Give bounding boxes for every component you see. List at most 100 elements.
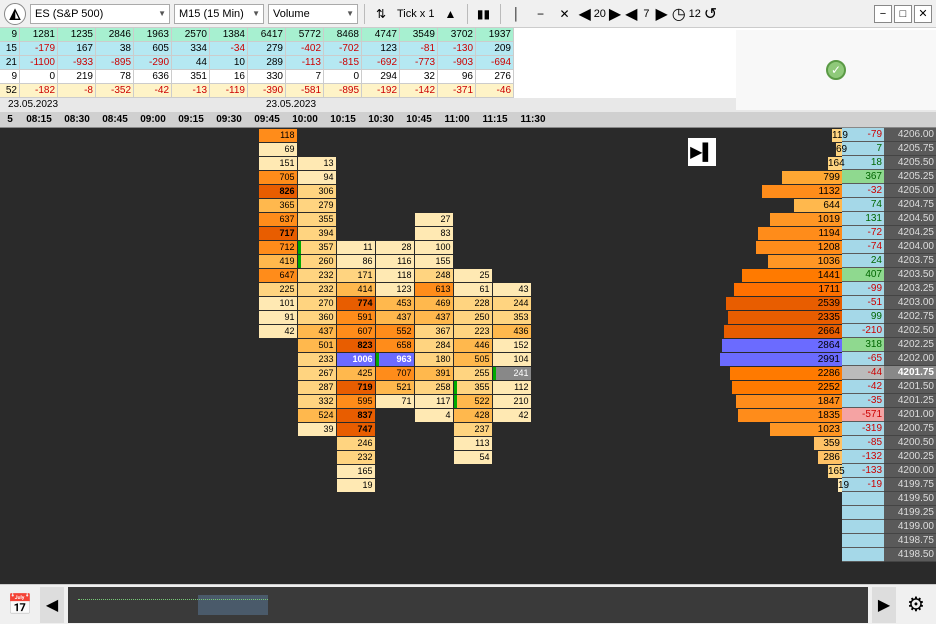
close-button[interactable]: ✕	[914, 5, 932, 23]
price-row[interactable]: 644744204.75	[726, 198, 936, 212]
price-row[interactable]: 1023-3194200.75	[726, 422, 936, 436]
minimize-button[interactable]: −	[874, 5, 892, 23]
price-row[interactable]: 1711-994203.25	[726, 282, 936, 296]
price-row[interactable]: 359-854200.50	[726, 436, 936, 450]
heat-cell: 355	[454, 381, 492, 394]
next-button[interactable]: ▶	[872, 587, 896, 623]
data-cell: -402	[286, 42, 324, 56]
price-row[interactable]: 119-794206.00	[726, 128, 936, 142]
price-ladder[interactable]: 119-794206.006974205.75164184205.5079936…	[726, 128, 936, 584]
price-row[interactable]: 1194-724204.25	[726, 226, 936, 240]
volume-dropdown[interactable]: Volume	[268, 4, 358, 24]
data-cell: -179	[20, 42, 58, 56]
timeline-preview[interactable]	[68, 587, 868, 623]
price-row[interactable]: 1036244203.75	[726, 254, 936, 268]
chart-type-icon[interactable]: ▮▮	[474, 4, 494, 24]
price-row[interactable]: 4198.75	[726, 534, 936, 548]
prev-button[interactable]: ◀	[40, 587, 64, 623]
heat-cell: 225	[259, 283, 297, 296]
spinner-2[interactable]: ◀ 7 ▶	[625, 4, 668, 24]
price-row[interactable]: 4199.50	[726, 492, 936, 506]
close-icon[interactable]: ✕	[555, 4, 575, 24]
price-row[interactable]: 2286-444201.75	[726, 366, 936, 380]
price-row[interactable]: 2539-514203.00	[726, 296, 936, 310]
price-row[interactable]: 1132-324205.00	[726, 184, 936, 198]
clock-icon[interactable]: ◷	[672, 4, 686, 24]
heat-cell: 210	[493, 395, 531, 408]
price-row[interactable]: 1208-744204.00	[726, 240, 936, 254]
toolbar: ◭ ES (S&P 500) M15 (15 Min) Volume ⇅ Tic…	[0, 0, 936, 28]
data-cell: 334	[172, 42, 210, 56]
heat-cell: 13	[298, 157, 336, 170]
data-cell: 1235	[58, 28, 96, 42]
price-row[interactable]: 286-1324200.25	[726, 450, 936, 464]
data-cell: 3549	[400, 28, 438, 42]
timeframe-dropdown[interactable]: M15 (15 Min)	[174, 4, 264, 24]
heat-cell: 250	[454, 311, 492, 324]
data-cell: 3702	[438, 28, 476, 42]
price-row[interactable]: 4198.50	[726, 548, 936, 562]
minus-icon[interactable]: −	[531, 4, 551, 24]
heat-cell: 437	[298, 325, 336, 338]
symbol-dropdown[interactable]: ES (S&P 500)	[30, 4, 170, 24]
heat-cell: 165	[337, 465, 375, 478]
price-row[interactable]: 4199.00	[726, 520, 936, 534]
calendar-icon[interactable]: 📅	[0, 585, 40, 625]
data-cell: -815	[324, 56, 362, 70]
volume-profile-chart[interactable]: ▶▌ 1186915113705948263063652796373552771…	[0, 128, 726, 584]
price-row[interactable]: 165-1334200.00	[726, 464, 936, 478]
maximize-button[interactable]: □	[894, 5, 912, 23]
arrow-left-icon[interactable]: ◀	[579, 4, 591, 24]
price-row[interactable]: 6974205.75	[726, 142, 936, 156]
data-cell: -42	[134, 84, 172, 98]
arrow-right-icon[interactable]: ▶	[655, 4, 667, 24]
heat-cell: 237	[454, 423, 492, 436]
data-cell: 4747	[362, 28, 400, 42]
price-row[interactable]: 28643184202.25	[726, 338, 936, 352]
line-icon[interactable]: │	[507, 4, 527, 24]
heat-cell: 391	[415, 367, 453, 380]
heat-cell: 151	[259, 157, 297, 170]
price-row[interactable]: 2991-654202.00	[726, 352, 936, 366]
spinner-3[interactable]: ◷ 12 ↺	[672, 4, 717, 24]
price-row[interactable]: 1835-5714201.00	[726, 408, 936, 422]
data-cell: -352	[96, 84, 134, 98]
data-cell: -371	[438, 84, 476, 98]
settings-icon[interactable]: ⚙	[896, 585, 936, 625]
data-cell: -81	[400, 42, 438, 56]
price-row[interactable]: 4199.25	[726, 506, 936, 520]
data-cell: 289	[248, 56, 286, 70]
data-cell: 5772	[286, 28, 324, 42]
price-row[interactable]: 2335994202.75	[726, 310, 936, 324]
data-cell: -8	[58, 84, 96, 98]
heat-cell: 425	[337, 367, 375, 380]
price-row[interactable]: 10191314204.50	[726, 212, 936, 226]
price-row[interactable]: 7993674205.25	[726, 170, 936, 184]
reset-icon[interactable]: ↺	[704, 4, 717, 24]
tick-up-icon[interactable]: ▲	[441, 4, 461, 24]
price-row[interactable]: 1847-354201.25	[726, 394, 936, 408]
data-cell: 219	[58, 70, 96, 84]
arrow-right-icon[interactable]: ▶	[609, 4, 621, 24]
heat-cell: 287	[298, 381, 336, 394]
heat-cell	[259, 423, 297, 436]
heat-cell: 963	[376, 353, 414, 366]
play-button[interactable]: ▶▌	[688, 138, 716, 166]
price-row[interactable]: 14414074203.50	[726, 268, 936, 282]
data-cell: 167	[58, 42, 96, 56]
heat-cell: 823	[337, 339, 375, 352]
settings-icon[interactable]: ⇅	[371, 4, 391, 24]
arrow-left-icon[interactable]: ◀	[625, 4, 637, 24]
spinner-1[interactable]: ◀ 20 ▶	[579, 4, 622, 24]
heat-cell	[376, 213, 414, 226]
heat-cell: 267	[298, 367, 336, 380]
price-row[interactable]: 2252-424201.50	[726, 380, 936, 394]
price-row[interactable]: 2664-2104202.50	[726, 324, 936, 338]
price-row[interactable]: 164184205.50	[726, 156, 936, 170]
data-cell: -130	[438, 42, 476, 56]
price-row[interactable]: 19-194199.75	[726, 478, 936, 492]
heat-cell: 270	[298, 297, 336, 310]
time-label: 09:00	[134, 112, 172, 127]
heat-cell: 419	[259, 255, 297, 268]
heat-cell	[298, 451, 336, 464]
